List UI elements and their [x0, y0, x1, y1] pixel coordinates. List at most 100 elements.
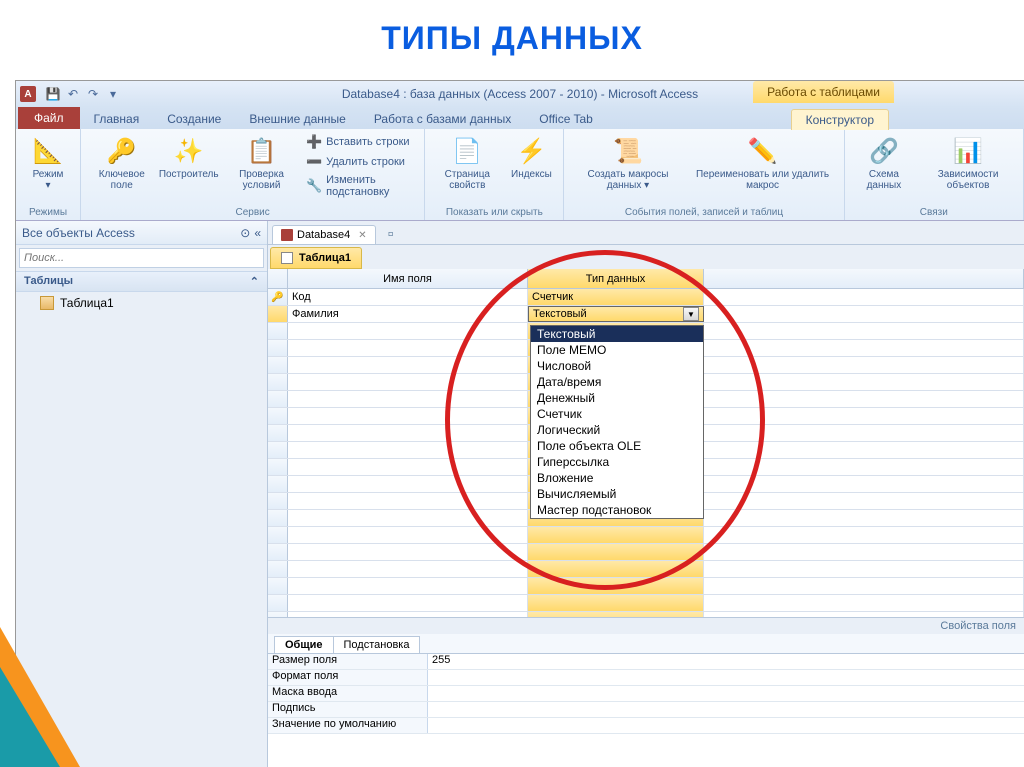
- new-tab-button[interactable]: ▫: [382, 226, 400, 244]
- create-macros-button[interactable]: 📜 Создать макросы данных ▾: [572, 133, 683, 193]
- row-selector[interactable]: [268, 408, 288, 424]
- field-name-cell[interactable]: [288, 612, 528, 617]
- property-row[interactable]: Значение по умолчанию: [268, 718, 1024, 734]
- modify-lookup-button[interactable]: 🔧Изменить подстановку: [306, 173, 416, 199]
- dropdown-item[interactable]: Текстовый: [531, 326, 703, 342]
- rename-macro-button[interactable]: ✏️ Переименовать или удалить макрос: [690, 133, 836, 193]
- field-name-cell[interactable]: [288, 442, 528, 458]
- builder-button[interactable]: ✨ Построитель: [160, 133, 216, 182]
- description-cell[interactable]: [704, 306, 1024, 322]
- field-name-cell[interactable]: [288, 374, 528, 390]
- row-selector[interactable]: [268, 578, 288, 594]
- row-selector[interactable]: [268, 561, 288, 577]
- property-value[interactable]: [428, 686, 1024, 701]
- object-tab-table1[interactable]: Таблица1: [270, 247, 362, 269]
- field-name-cell[interactable]: [288, 459, 528, 475]
- data-type-cell[interactable]: [528, 544, 704, 560]
- field-name-cell[interactable]: [288, 323, 528, 339]
- dropdown-item[interactable]: Дата/время: [531, 374, 703, 390]
- description-cell[interactable]: [704, 425, 1024, 441]
- row-selector[interactable]: [268, 306, 288, 322]
- qat-more-icon[interactable]: ▾: [104, 85, 122, 103]
- dropdown-item[interactable]: Поле МЕМО: [531, 342, 703, 358]
- description-cell[interactable]: [704, 408, 1024, 424]
- data-type-cell[interactable]: [528, 578, 704, 594]
- row-selector[interactable]: 🔑: [268, 289, 288, 305]
- data-type-cell[interactable]: Текстовый ▼: [528, 306, 704, 322]
- field-name-cell[interactable]: [288, 357, 528, 373]
- field-name-cell[interactable]: [288, 391, 528, 407]
- primary-key-button[interactable]: 🔑 Ключевое поле: [89, 133, 154, 193]
- data-type-cell[interactable]: [528, 595, 704, 611]
- dropdown-item[interactable]: Числовой: [531, 358, 703, 374]
- col-description[interactable]: [704, 269, 1024, 288]
- data-type-cell[interactable]: Счетчик: [528, 289, 704, 305]
- row-selector[interactable]: [268, 391, 288, 407]
- description-cell[interactable]: [704, 391, 1024, 407]
- dropdown-item[interactable]: Поле объекта OLE: [531, 438, 703, 454]
- dropdown-item[interactable]: Гиперссылка: [531, 454, 703, 470]
- field-name-cell[interactable]: [288, 510, 528, 526]
- undo-icon[interactable]: ↶: [64, 85, 82, 103]
- tab-external[interactable]: Внешние данные: [235, 109, 360, 129]
- data-type-cell[interactable]: [528, 527, 704, 543]
- property-row[interactable]: Формат поля: [268, 670, 1024, 686]
- save-icon[interactable]: 💾: [44, 85, 62, 103]
- row-selector[interactable]: [268, 374, 288, 390]
- property-value[interactable]: [428, 670, 1024, 685]
- col-field-name[interactable]: Имя поля: [288, 269, 528, 288]
- doc-tab-database4[interactable]: Database4 ✕: [272, 225, 376, 244]
- row-selector[interactable]: [268, 510, 288, 526]
- nav-collapse-icon[interactable]: ⊙«: [240, 226, 261, 240]
- row-selector[interactable]: [268, 323, 288, 339]
- description-cell[interactable]: [704, 459, 1024, 475]
- dependencies-button[interactable]: 📊 Зависимости объектов: [921, 133, 1015, 193]
- data-type-cell[interactable]: [528, 561, 704, 577]
- field-name-cell[interactable]: [288, 595, 528, 611]
- dropdown-item[interactable]: Логический: [531, 422, 703, 438]
- row-selector[interactable]: [268, 544, 288, 560]
- property-value[interactable]: 255: [428, 654, 1024, 669]
- row-selector[interactable]: [268, 595, 288, 611]
- field-name-cell[interactable]: [288, 408, 528, 424]
- description-cell[interactable]: [704, 527, 1024, 543]
- col-data-type[interactable]: Тип данных: [528, 269, 704, 288]
- grid-row-empty[interactable]: [268, 578, 1024, 595]
- row-selector[interactable]: [268, 493, 288, 509]
- row-selector[interactable]: [268, 442, 288, 458]
- description-cell[interactable]: [704, 340, 1024, 356]
- description-cell[interactable]: [704, 289, 1024, 305]
- row-selector[interactable]: [268, 476, 288, 492]
- field-name-cell[interactable]: [288, 476, 528, 492]
- grid-row-2[interactable]: Фамилия Текстовый ▼: [268, 306, 1024, 323]
- property-value[interactable]: [428, 702, 1024, 717]
- field-name-cell[interactable]: [288, 425, 528, 441]
- field-name-cell[interactable]: Код: [288, 289, 528, 305]
- row-selector[interactable]: [268, 459, 288, 475]
- row-selector[interactable]: [268, 612, 288, 617]
- nav-group-tables[interactable]: Таблицы ⌃: [16, 271, 267, 292]
- dropdown-item[interactable]: Денежный: [531, 390, 703, 406]
- close-icon[interactable]: ✕: [358, 230, 366, 241]
- field-name-cell[interactable]: Фамилия: [288, 306, 528, 322]
- field-name-cell[interactable]: [288, 578, 528, 594]
- description-cell[interactable]: [704, 578, 1024, 594]
- description-cell[interactable]: [704, 561, 1024, 577]
- tab-home[interactable]: Главная: [80, 109, 154, 129]
- dropdown-item[interactable]: Вычисляемый: [531, 486, 703, 502]
- delete-rows-button[interactable]: ➖Удалить строки: [306, 153, 416, 171]
- validation-button[interactable]: 📋 Проверка условий: [223, 133, 300, 193]
- description-cell[interactable]: [704, 510, 1024, 526]
- dropdown-item[interactable]: Счетчик: [531, 406, 703, 422]
- field-name-cell[interactable]: [288, 561, 528, 577]
- row-selector[interactable]: [268, 340, 288, 356]
- row-selector[interactable]: [268, 527, 288, 543]
- property-row[interactable]: Маска ввода: [268, 686, 1024, 702]
- description-cell[interactable]: [704, 357, 1024, 373]
- description-cell[interactable]: [704, 612, 1024, 617]
- tab-file[interactable]: Файл: [18, 107, 80, 129]
- row-selector[interactable]: [268, 357, 288, 373]
- grid-row-empty[interactable]: [268, 561, 1024, 578]
- relations-button[interactable]: 🔗 Схема данных: [853, 133, 916, 193]
- tab-office[interactable]: Office Tab: [525, 109, 607, 129]
